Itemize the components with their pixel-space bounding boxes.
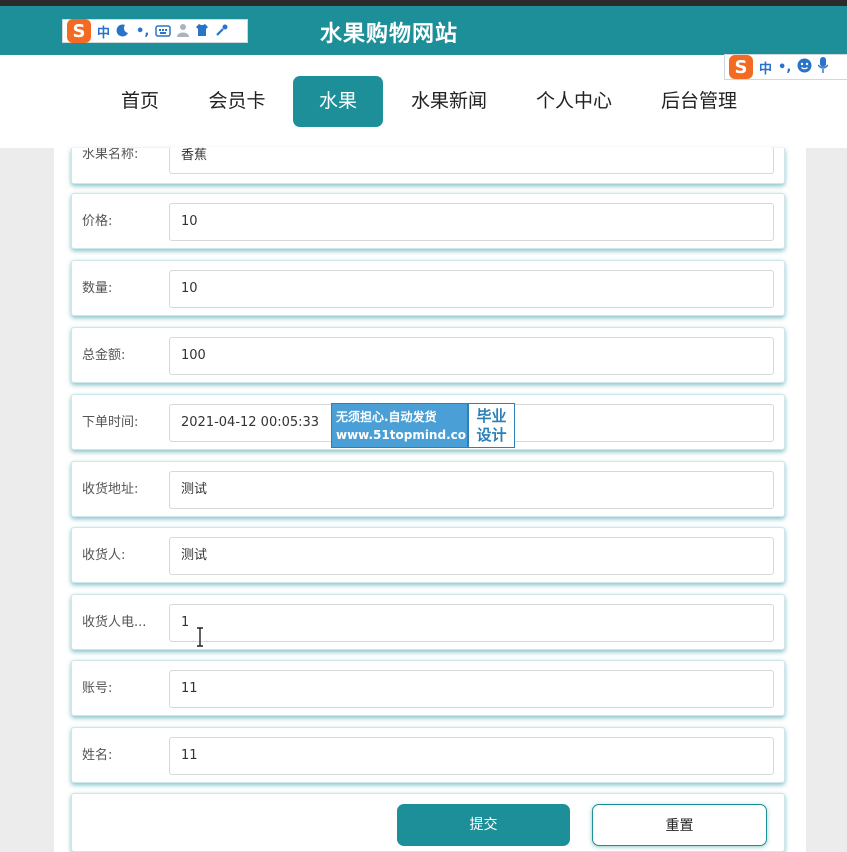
form-row-fruit-name: 水果名称: 香蕉 [71,147,785,184]
fruit-name-label: 水果名称: [82,148,139,162]
account-label: 账号: [82,681,113,696]
keyboard-icon[interactable] [155,22,172,41]
smiley-icon[interactable] [797,58,812,77]
nav-item-fruit[interactable]: 水果 [293,76,383,127]
order-time-label: 下单时间: [82,415,139,430]
watermark-line1: 无须担心.自动发货 [336,410,437,424]
nav-item-admin[interactable]: 后台管理 [650,76,748,127]
sogou-logo-icon: S [67,19,91,43]
quantity-label: 数量: [82,281,113,296]
recipient-input[interactable]: 测试 [169,537,774,575]
recipient-label: 收货人: [82,548,126,563]
price-input[interactable]: 10 [169,203,774,241]
price-label: 价格: [82,214,113,229]
site-title: 水果购物网站 [320,22,459,47]
submit-button[interactable]: 提交 [397,804,570,846]
form-row-name: 姓名: 11 [71,727,785,783]
form-row-price: 价格: 10 [71,193,785,249]
watermark-banner: 无须担心.自动发货 www.51topmind.com 毕业 设计 [331,403,515,448]
microphone-icon[interactable] [817,57,829,77]
nav-item-fruit-news[interactable]: 水果新闻 [400,76,498,127]
recipient-phone-label: 收货人电... [82,615,147,630]
quantity-input[interactable]: 10 [169,270,774,308]
form-row-quantity: 数量: 10 [71,260,785,316]
shirt-icon[interactable] [195,22,209,41]
form-row-account: 账号: 11 [71,660,785,716]
main-nav: 首页 会员卡 水果 水果新闻 个人中心 后台管理 [0,55,847,148]
watermark-text: 无须担心.自动发货 www.51topmind.com [332,404,479,447]
ime-mode-label[interactable]: 中 [97,22,110,41]
account-input[interactable]: 11 [169,670,774,708]
text-cursor-icon [196,627,204,647]
reset-button[interactable]: 重置 [592,804,767,846]
moon-icon[interactable] [116,22,130,41]
watermark-right2: 设计 [476,426,507,444]
ime-toolbar-secondary[interactable]: S 中 •, [724,54,847,80]
recipient-phone-input[interactable]: 1 [169,604,774,642]
nav-item-personal-center[interactable]: 个人中心 [525,76,623,127]
ime-punct-label[interactable]: •, [136,24,149,39]
watermark-line2: www.51topmind.com [336,428,479,442]
address-label: 收货地址: [82,482,139,497]
ime-punct-label[interactable]: •, [778,60,791,75]
fruit-name-input[interactable]: 香蕉 [169,147,774,174]
ime-mode-label[interactable]: 中 [759,58,772,77]
nav-item-membership[interactable]: 会员卡 [197,76,277,127]
sogou-logo-icon: S [729,55,753,79]
nav-item-home[interactable]: 首页 [108,76,172,127]
total-label: 总金额: [82,348,126,363]
form-actions: 提交 重置 [71,793,785,852]
watermark-badge: 毕业 设计 [467,404,514,447]
user-icon[interactable] [177,22,190,41]
address-input[interactable]: 测试 [169,471,774,509]
form-row-recipient-phone: 收货人电... 1 [71,594,785,650]
form-row-recipient: 收货人: 测试 [71,527,785,583]
form-row-address: 收货地址: 测试 [71,461,785,517]
name-label: 姓名: [82,748,113,763]
total-input[interactable]: 100 [169,337,774,375]
ime-toolbar[interactable]: S 中 •, [62,19,248,43]
form-row-total: 总金额: 100 [71,327,785,383]
wrench-icon[interactable] [215,22,229,41]
watermark-right1: 毕业 [476,407,507,425]
name-input[interactable]: 11 [169,737,774,775]
